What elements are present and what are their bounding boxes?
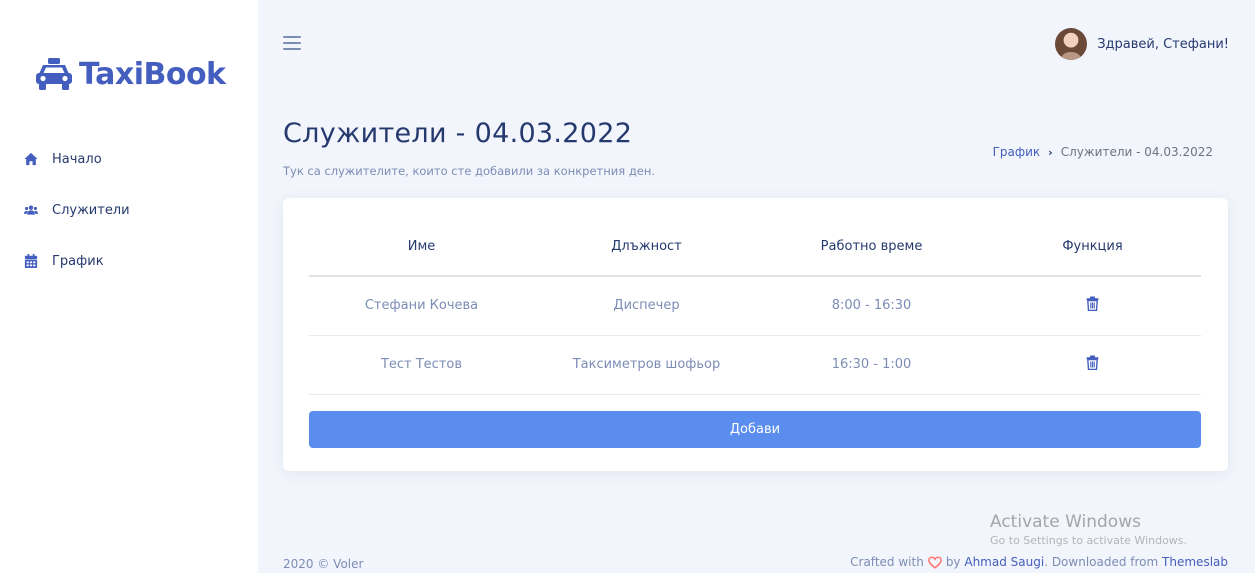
cell-function [984,276,1201,336]
cell-position: Таксиметров шофьор [534,335,759,395]
table-header-row: Име Длъжност Работно време Функция [309,218,1201,277]
footer-crafted-text: Crafted with [850,555,924,569]
users-icon [24,205,38,215]
table-row: Стефани Кочева Диспечер 8:00 - 16:30 [309,276,1201,336]
footer-credits: Crafted with by Ahmad Saugi. Downloaded … [850,555,1228,569]
watermark-subtitle: Go to Settings to activate Windows. [990,534,1188,547]
column-header-name: Име [309,218,534,277]
footer-copyright: 2020 © Voler [283,557,364,571]
chevron-right-icon: › [1048,145,1053,159]
employees-table: Име Длъжност Работно време Функция Стефа… [309,218,1201,395]
column-header-hours: Работно време [759,218,984,277]
footer-author-link[interactable]: Ahmad Saugi [964,555,1044,569]
avatar [1055,28,1088,60]
breadcrumb-current: Служители - 04.03.2022 [1060,145,1213,159]
user-menu[interactable]: Здравей, Стефани! [1055,28,1229,60]
column-header-position: Длъжност [534,218,759,277]
sidebar: TaxiBook Начало Служители График [0,0,258,573]
add-employee-button[interactable]: Добави [309,411,1201,448]
app-name: TaxiBook [79,56,226,92]
watermark-title: Activate Windows [990,512,1141,532]
menu-toggle-icon[interactable] [283,36,301,50]
sidebar-item-label: Начало [52,151,102,167]
sidebar-item-label: Служители [52,202,130,218]
cell-name: Стефани Кочева [309,276,534,336]
calendar-icon [24,254,38,268]
page-title: Служители - 04.03.2022 [283,118,633,149]
user-greeting: Здравей, Стефани! [1097,36,1229,52]
breadcrumb: График › Служители - 04.03.2022 [993,145,1213,159]
table-row: Тест Тестов Таксиметров шофьор 16:30 - 1… [309,335,1201,395]
delete-icon[interactable] [1086,296,1099,315]
cell-hours: 16:30 - 1:00 [759,335,984,395]
column-header-function: Функция [984,218,1201,277]
cell-hours: 8:00 - 16:30 [759,276,984,336]
sidebar-item-label: График [52,253,104,269]
cell-function [984,335,1201,395]
cell-name: Тест Тестов [309,335,534,395]
breadcrumb-link-schedule[interactable]: График [993,145,1041,159]
cell-position: Диспечер [534,276,759,336]
home-icon [24,152,38,166]
employees-card: Име Длъжност Работно време Функция Стефа… [283,198,1228,471]
footer-downloaded-text: . Downloaded from [1044,555,1159,569]
heart-icon [927,555,942,569]
taxi-icon [36,58,72,90]
page-subtitle: Тук са служителите, които сте добавили з… [283,164,656,178]
footer-source-link[interactable]: Themeslab [1162,555,1228,569]
sidebar-nav: Начало Служители График [0,145,258,298]
sidebar-item-schedule[interactable]: График [0,247,258,275]
logo[interactable]: TaxiBook [35,52,226,96]
footer-by-text: by [945,555,961,569]
sidebar-item-home[interactable]: Начало [0,145,258,173]
activate-windows-watermark: Activate Windows Go to Settings to activ… [990,512,1187,547]
delete-icon[interactable] [1086,355,1099,374]
sidebar-item-employees[interactable]: Служители [0,196,258,224]
